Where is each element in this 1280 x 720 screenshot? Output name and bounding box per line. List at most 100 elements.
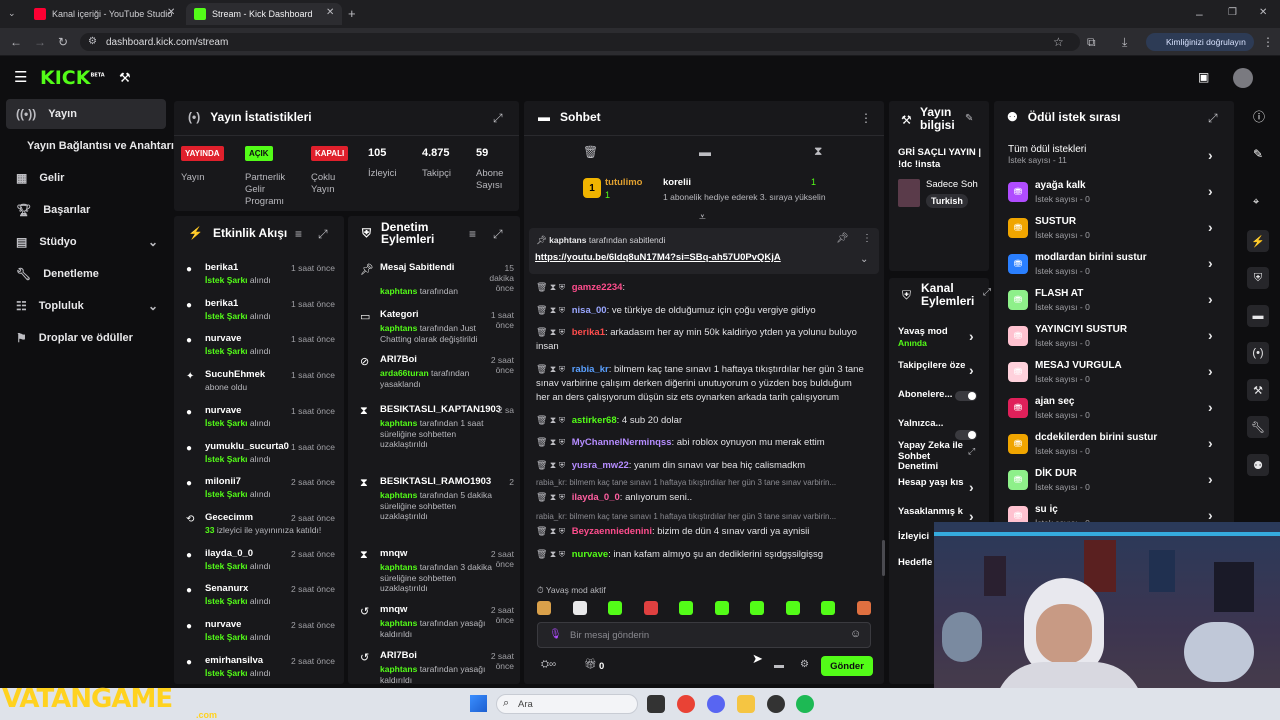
moderation-actions-icon[interactable]: 🗑︎ ⧗ ⛨ (536, 492, 568, 502)
chat-message[interactable]: 🗑︎ ⧗ ⛨ MyChannelNerminqss: abi roblox oy… (536, 435, 866, 450)
more-options-icon[interactable]: ⋮ (860, 112, 872, 124)
activity-user[interactable]: yumuklu_sucurta0 (205, 441, 289, 452)
chat-username[interactable]: Beyzaenniedenini (572, 526, 652, 537)
sidebar-item-yayin[interactable]: ((•)) Yayın (6, 99, 166, 129)
chrome-icon[interactable] (677, 695, 695, 713)
back-icon[interactable]: ← (10, 36, 22, 48)
top-gifter-name[interactable]: tutulimo (605, 177, 642, 188)
edit-pencil-icon[interactable]: ✎ (965, 114, 973, 124)
mic-icon[interactable]: 🎙︎ (549, 629, 562, 640)
channel-points-icon[interactable]: ⛭∞ (541, 660, 556, 670)
trash-icon[interactable]: 🗑︎ (583, 146, 598, 158)
popout-icon[interactable]: ⤢ (318, 228, 328, 240)
moderation-actor[interactable]: kaphtans (380, 490, 417, 500)
moderation-target[interactable]: Mesaj Sabitlendi (380, 262, 480, 274)
obs-layout-icon[interactable]: ▣ (1198, 71, 1209, 83)
activity-item[interactable]: ● milonii7 İstek Şarkı alındı 2 saat önce (180, 476, 340, 510)
emote-icon[interactable] (679, 601, 693, 615)
moderation-actor[interactable]: kaphtans (380, 418, 417, 428)
browser-tab-youtube[interactable]: Kanal içeriği - YouTube Studio (26, 3, 182, 25)
chat-icon[interactable]: ▬ (699, 146, 711, 158)
toggle-switch[interactable] (955, 391, 977, 401)
sidebar-item-stream-key[interactable]: Yayın Bağlantısı ve Anahtarı (6, 131, 178, 161)
activity-item[interactable]: ● nurvave İstek Şarkı alındı 1 saat önce (180, 405, 340, 439)
reward-item[interactable]: ⛃ YAYINCIYI SUSTUR İstek sayısı - 0 › (1000, 324, 1226, 358)
chat-message[interactable]: 🗑︎ ⧗ ⛨ ilayda_0_0: anlıyorum seni.. (536, 490, 866, 505)
chevron-right-icon[interactable]: › (1208, 183, 1213, 199)
chevron-right-icon[interactable]: › (1208, 291, 1213, 307)
activity-item[interactable]: ● berika1 İstek Şarkı alındı 1 saat önce (180, 298, 340, 332)
reward-item[interactable]: ⛃ ayağa kalk İstek sayısı - 0 › (1000, 180, 1226, 214)
chat-username[interactable]: nisa_00 (572, 305, 607, 316)
activity-user[interactable]: nurvave (205, 619, 241, 630)
chevron-right-icon[interactable]: › (1208, 147, 1213, 163)
avatar[interactable] (1233, 68, 1253, 88)
emote-icon[interactable] (643, 601, 658, 615)
reward-item[interactable]: ⛃ DİK DUR İstek sayısı - 0 › (1000, 468, 1226, 502)
chevron-right-icon[interactable]: › (1208, 399, 1213, 415)
popout-icon[interactable]: ⤢ (968, 447, 975, 456)
activity-item[interactable]: ● nurvave İstek Şarkı alındı 2 saat önce (180, 619, 340, 653)
activity-user[interactable]: emirhansilva (205, 655, 263, 666)
emote-icon[interactable] (608, 601, 622, 615)
top-gifter2-name[interactable]: korelii (663, 177, 691, 188)
forward-icon[interactable]: → (34, 36, 46, 48)
moderation-actions-icon[interactable]: 🗑︎ ⧗ ⛨ (536, 415, 568, 425)
rail-info-icon[interactable]: ⚒ (1247, 379, 1269, 401)
close-tab-icon[interactable]: ✕ (326, 8, 334, 18)
activity-item[interactable]: ● ilayda_0_0 İstek Şarkı alındı 2 saat önce (180, 548, 340, 582)
moderation-target[interactable]: mnqw (380, 604, 480, 616)
popout-icon[interactable]: ⤢ (1208, 112, 1218, 124)
chat-username[interactable]: ilayda_0_0 (572, 492, 620, 503)
reward-item[interactable]: ⛃ MESAJ VURGULA İstek sayısı - 0 › (1000, 360, 1226, 394)
popout-icon[interactable]: ⤢ (493, 228, 503, 240)
chat-username[interactable]: berika1 (572, 327, 605, 338)
activity-item[interactable]: ✦ SucuhEhmek abone oldu 1 saat önce (180, 369, 340, 403)
moderation-actor[interactable]: kaphtans (380, 323, 417, 333)
new-tab-icon[interactable]: + (348, 7, 356, 20)
channel-action-item[interactable]: Yalnızca... (898, 418, 978, 430)
moderation-actions-icon[interactable]: 🗑︎ ⧗ ⛨ (536, 526, 568, 536)
moderation-actions-icon[interactable]: 🗑︎ ⧗ ⛨ (536, 460, 568, 470)
filter-icon[interactable]: ≡ (295, 228, 302, 240)
spotify-icon[interactable] (796, 695, 814, 713)
minimize-icon[interactable]: – (1196, 8, 1203, 20)
close-tab-icon[interactable]: ✕ (167, 8, 175, 18)
emote-icon[interactable] (856, 601, 871, 615)
popout-icon[interactable]: ⤢ (493, 112, 503, 124)
popout-icon[interactable]: ⤢ (983, 288, 991, 298)
channel-action-item[interactable]: Yavaş mod Anında (898, 326, 978, 347)
activity-user[interactable]: berika1 (205, 262, 238, 273)
moderation-target[interactable]: mnqw (380, 548, 480, 560)
moderation-target[interactable]: BESIKTASLI_KAPTAN1903 (380, 404, 501, 416)
moderation-target[interactable]: ARI7Boi (380, 354, 480, 366)
rail-moderation-icon[interactable]: ⛨ (1247, 267, 1269, 289)
category-name[interactable]: Sadece Soh (926, 179, 986, 190)
moderation-target[interactable]: Kategori (380, 309, 480, 321)
activity-user[interactable]: SucuhEhmek (205, 369, 265, 380)
browser-tab-kick[interactable]: Stream - Kick Dashboard (186, 3, 342, 25)
moderation-actions-icon[interactable]: 🗑︎ ⧗ ⛨ (536, 327, 568, 337)
chat-message[interactable]: 🗑︎ ⧗ ⛨ yusra_mw22: yanım din sınavı var … (536, 458, 866, 473)
chat-username[interactable]: yusra_mw22 (572, 460, 629, 471)
moderation-target[interactable]: ARI7Boi (380, 650, 480, 662)
chat-message[interactable]: 🗑︎ ⧗ ⛨ gamze2234: (536, 280, 866, 295)
chevron-down-icon[interactable]: ⌄ (860, 255, 868, 265)
moderation-actor[interactable]: kaphtans (380, 664, 417, 674)
channel-action-item[interactable]: Hesap yaşı kıs (898, 477, 978, 489)
kick-logo[interactable]: KICKBETA (40, 67, 105, 89)
chat-scrollbar[interactable] (882, 540, 885, 576)
reward-item[interactable]: ⛃ FLASH AT İstek sayısı - 0 › (1000, 288, 1226, 322)
channel-action-item[interactable]: Yapay Zeka ile Sohbet Denetimi (898, 440, 978, 473)
url-field[interactable]: dashboard.kick.com/stream (80, 33, 1080, 51)
sidebar-item-droplar[interactable]: ⚑ Droplar ve ödüller (6, 323, 166, 353)
all-rewards-row[interactable]: Tüm ödül istekleri İstek sayısı - 11 (1008, 144, 1086, 165)
chevron-right-icon[interactable]: › (1208, 435, 1213, 451)
maximize-icon[interactable]: ❐ (1228, 8, 1237, 18)
chat-message[interactable]: 🗑︎ ⧗ ⛨ nisa_00: ve türkiye de olduğumuz … (536, 303, 866, 318)
sidebar-item-gelir[interactable]: ▦ Gelir (6, 163, 166, 193)
discord-icon[interactable] (707, 695, 725, 713)
chat-username[interactable]: gamze2234 (572, 282, 623, 293)
sidebar-item-basarilar[interactable]: 🏆︎ Başarılar (6, 195, 166, 225)
chat-username[interactable]: astirker68 (572, 415, 617, 426)
